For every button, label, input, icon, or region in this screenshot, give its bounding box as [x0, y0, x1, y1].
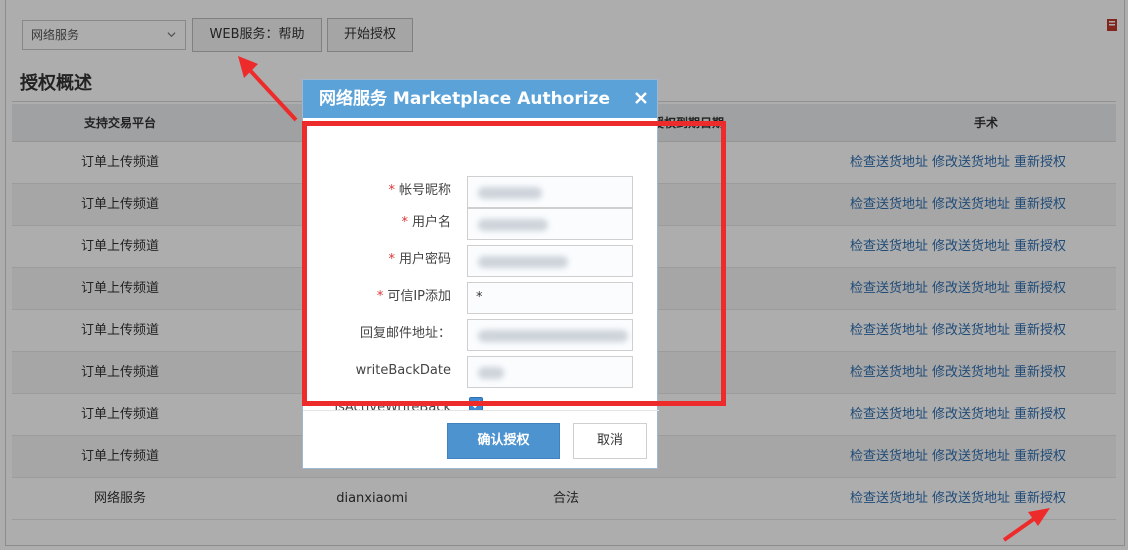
- redacted-text: [478, 330, 628, 342]
- required-mark: *: [376, 289, 384, 304]
- page: 网络服务 WEB服务：帮助 开始授权 授权概述 支持交易平台 授权到期日期 手术…: [0, 0, 1128, 550]
- writeback-date-label: writeBackDate: [356, 356, 451, 386]
- trusted-ip-label-text: 可信IP添加: [387, 289, 451, 304]
- reply-email-label: 回复邮件地址：: [360, 319, 451, 349]
- required-mark: *: [388, 252, 395, 267]
- close-icon[interactable]: [633, 90, 649, 106]
- password-label: * 用户密码: [388, 245, 451, 275]
- form-row-password: * 用户密码: [303, 245, 659, 279]
- trusted-ip-input-value: *: [476, 290, 483, 305]
- writeback-date-input[interactable]: [467, 356, 633, 388]
- dialog-header: 网络服务 Marketplace Authorize: [303, 80, 657, 118]
- redacted-text: [478, 367, 504, 379]
- dialog-footer: 确认授权 取消: [303, 410, 659, 468]
- active-writeback-checkbox[interactable]: [469, 397, 483, 411]
- authorize-dialog: 网络服务 Marketplace Authorize * 帐号昵称 * 用户名 * 用…: [302, 79, 659, 469]
- required-mark: *: [388, 183, 395, 198]
- username-label: * 用户名: [401, 208, 451, 238]
- dialog-body: * 帐号昵称 * 用户名 * 用户密码 * 可信IP添加 * 回复邮件地址： write…: [303, 118, 659, 415]
- nickname-label: * 帐号昵称: [388, 176, 451, 206]
- trusted-ip-input[interactable]: *: [467, 282, 633, 314]
- form-row-nickname: * 帐号昵称: [303, 176, 659, 210]
- form-row-username: * 用户名: [303, 208, 659, 242]
- confirm-auth-button[interactable]: 确认授权: [447, 423, 560, 459]
- trusted-ip-label: * 可信IP添加: [377, 282, 451, 312]
- form-row-writeback-date: writeBackDate: [303, 356, 659, 390]
- password-input[interactable]: [467, 245, 633, 277]
- check-icon: [471, 400, 481, 409]
- username-input[interactable]: [467, 208, 633, 240]
- reply-email-label-text: 回复邮件地址：: [359, 326, 451, 341]
- nickname-input[interactable]: [467, 176, 633, 208]
- writeback-date-label-text: writeBackDate: [355, 363, 451, 378]
- username-label-text: 用户名: [411, 215, 451, 230]
- form-row-trusted-ip: * 可信IP添加 *: [303, 282, 659, 316]
- redacted-text: [478, 256, 568, 268]
- password-label-text: 用户密码: [398, 252, 451, 267]
- nickname-label-text: 帐号昵称: [398, 183, 451, 198]
- form-row-reply-email: 回复邮件地址：: [303, 319, 659, 353]
- redacted-text: [478, 187, 542, 199]
- dialog-title: 网络服务 Marketplace Authorize: [319, 89, 610, 109]
- reply-email-input[interactable]: [467, 319, 633, 351]
- cancel-button[interactable]: 取消: [573, 423, 647, 459]
- redacted-text: [478, 219, 548, 231]
- required-mark: *: [401, 215, 408, 230]
